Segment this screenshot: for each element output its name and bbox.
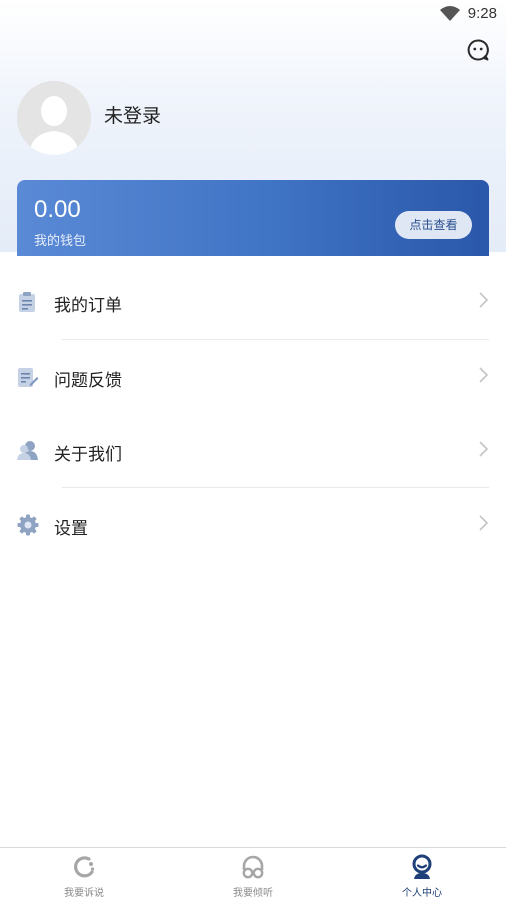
menu-item-about[interactable]: 关于我们 xyxy=(0,405,506,479)
tab-speak[interactable]: 我要诉说 xyxy=(0,848,168,901)
menu-item-label: 设置 xyxy=(54,519,88,538)
status-time: 9:28 xyxy=(467,5,497,22)
profile-icon xyxy=(410,854,434,885)
status-bar: 9:28 xyxy=(0,0,506,28)
chevron-right-icon xyxy=(478,515,489,536)
wallet-balance: 0.00 xyxy=(34,196,81,223)
speak-icon xyxy=(72,854,96,885)
default-avatar-icon xyxy=(17,81,91,155)
tab-label: 我要倾听 xyxy=(233,888,273,899)
menu-list: 我的订单 问题反馈 关于我们 设置 xyxy=(0,256,506,538)
chevron-right-icon xyxy=(478,367,489,388)
tab-label: 我要诉说 xyxy=(64,888,104,899)
feedback-edit-icon xyxy=(17,366,39,393)
people-icon xyxy=(17,440,39,465)
clipboard-icon xyxy=(17,291,37,318)
wifi-icon xyxy=(440,6,460,26)
avatar[interactable] xyxy=(17,81,91,155)
menu-item-feedback[interactable]: 问题反馈 xyxy=(0,331,506,405)
menu-item-label: 问题反馈 xyxy=(54,371,122,390)
login-status[interactable]: 未登录 xyxy=(104,101,161,128)
chevron-right-icon xyxy=(478,441,489,462)
menu-item-settings[interactable]: 设置 xyxy=(0,479,506,553)
tab-profile[interactable]: 个人中心 xyxy=(338,848,506,901)
menu-item-label: 我的订单 xyxy=(54,296,122,315)
wallet-label: 我的钱包 xyxy=(34,233,87,248)
menu-item-orders[interactable]: 我的订单 xyxy=(0,256,506,330)
chevron-right-icon xyxy=(478,292,489,313)
message-icon[interactable] xyxy=(466,38,490,67)
bottom-tab-bar: 我要诉说 我要倾听 个人中心 xyxy=(0,847,506,901)
tab-label: 个人中心 xyxy=(402,888,442,899)
menu-item-label: 关于我们 xyxy=(54,445,122,464)
listen-icon xyxy=(241,854,265,885)
tab-listen[interactable]: 我要倾听 xyxy=(169,848,337,901)
view-wallet-button[interactable]: 点击查看 xyxy=(395,211,472,239)
wallet-card: 0.00 我的钱包 点击查看 xyxy=(17,180,489,256)
gear-icon xyxy=(17,514,39,541)
